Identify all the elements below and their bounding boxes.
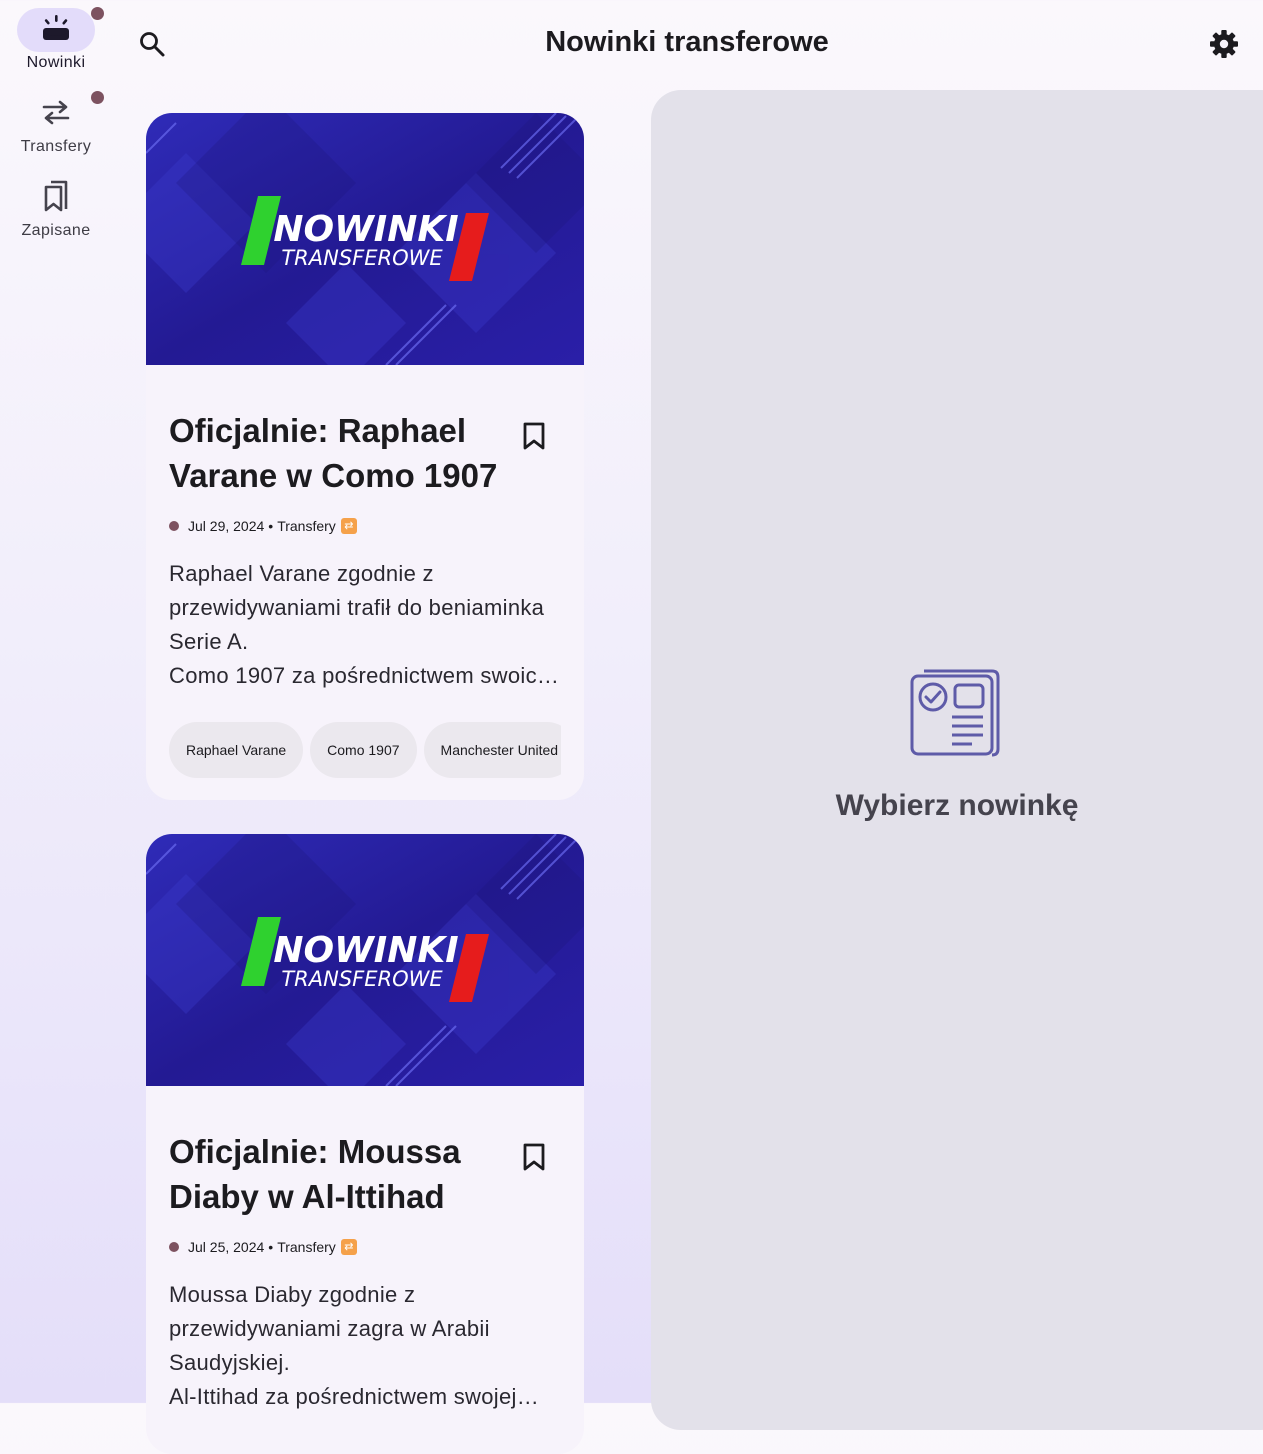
category-dot	[169, 521, 179, 531]
page-title: Nowinki transferowe	[545, 26, 829, 58]
article-category: Transfery	[277, 518, 336, 534]
banner-line1: NOWINKI	[273, 209, 458, 250]
bookmark-icon	[522, 1142, 546, 1177]
nav-indicator	[17, 7, 104, 52]
article-date: Jul 29, 2024	[188, 518, 265, 534]
transfer-emoji-icon: ⇄	[340, 1239, 357, 1255]
nav-indicator	[17, 176, 95, 220]
nav-label: Transfery	[20, 138, 92, 155]
card-banner-image: NOWINKI TRANSFEROWE	[146, 834, 584, 1086]
article-meta: Jul 25, 2024 • Transfery ⇄	[169, 1239, 561, 1255]
article-excerpt: Moussa Diaby zgodnie z przewidywaniami z…	[169, 1282, 517, 1409]
article-category: Transfery	[277, 1239, 336, 1255]
bookmark-button[interactable]	[518, 421, 550, 455]
nav-label: Nowinki	[26, 54, 86, 71]
detail-pane: Wybierz nowinkę	[651, 90, 1263, 1430]
nav-item-zapisane[interactable]: Zapisane	[0, 176, 112, 240]
tag-chip[interactable]: Manchester United	[423, 722, 561, 778]
gear-icon	[1209, 29, 1239, 64]
banner-line2: TRANSFEROWE	[281, 967, 443, 991]
banner-line2: TRANSFEROWE	[281, 246, 443, 270]
card-body: Oficjalnie: Moussa Diaby w Al-Ittihad Ju…	[146, 1086, 584, 1414]
bookmark-button[interactable]	[518, 1142, 550, 1176]
banner-line1: NOWINKI	[273, 930, 458, 971]
bookmarks-icon	[42, 179, 70, 218]
article-icon	[910, 667, 1002, 759]
meta-separator: •	[268, 518, 274, 534]
nav-item-transfery[interactable]: Transfery	[0, 91, 112, 156]
nav-indicator	[17, 91, 104, 136]
tag-chip[interactable]: Como 1907	[310, 722, 417, 778]
card-banner-image: NOWINKI TRANSFEROWE	[146, 113, 584, 365]
bookmark-icon	[522, 421, 546, 456]
tag-chip[interactable]: Raphael Varane	[169, 722, 304, 778]
news-icon	[40, 14, 72, 47]
transfer-emoji-icon: ⇄	[340, 518, 357, 534]
unread-badge	[91, 7, 104, 20]
news-card[interactable]: NOWINKI TRANSFEROWE Oficjalnie: Moussa D…	[146, 834, 584, 1454]
tag-list: Raphael Varane Como 1907 Manchester Unit…	[169, 722, 561, 778]
swap-arrows-icon	[41, 99, 71, 130]
empty-state-text: Wybierz nowinkę	[835, 789, 1079, 822]
settings-button[interactable]	[1202, 24, 1246, 68]
meta-separator: •	[268, 1239, 274, 1255]
nav-label: Zapisane	[21, 222, 91, 239]
navigation-rail: Nowinki Transfery Zapisane	[0, 0, 112, 1403]
unread-badge	[91, 91, 104, 104]
search-icon	[138, 30, 166, 63]
category-dot	[169, 1242, 179, 1252]
nav-item-nowinki[interactable]: Nowinki	[0, 7, 112, 72]
article-meta: Jul 29, 2024 • Transfery ⇄	[169, 518, 561, 534]
article-excerpt: Raphael Varane zgodnie z przewidywaniami…	[169, 561, 550, 688]
news-card[interactable]: NOWINKI TRANSFEROWE Oficjalnie: Raphael …	[146, 113, 584, 800]
article-date: Jul 25, 2024	[188, 1239, 265, 1255]
card-body: Oficjalnie: Raphael Varane w Como 1907 J…	[146, 365, 584, 778]
search-button[interactable]	[130, 24, 174, 68]
article-title: Oficjalnie: Raphael Varane w Como 1907	[169, 412, 498, 494]
article-title: Oficjalnie: Moussa Diaby w Al-Ittihad	[169, 1133, 461, 1215]
